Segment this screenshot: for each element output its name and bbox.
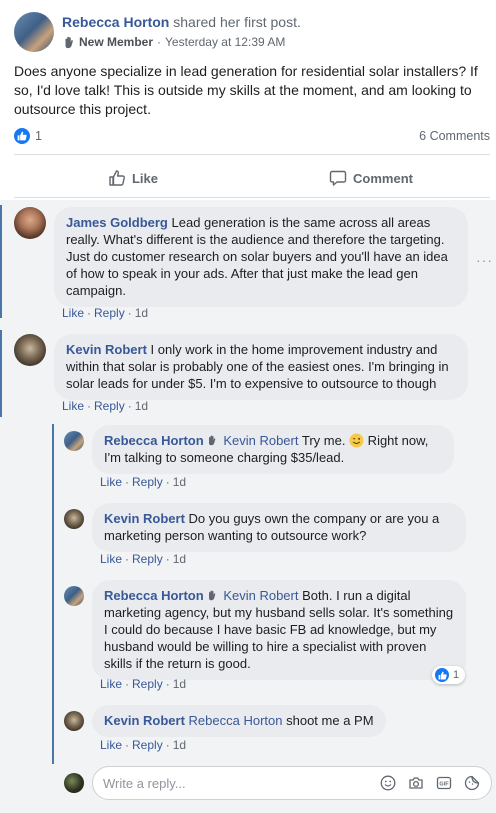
reaction-summary[interactable]: 1 (14, 128, 42, 144)
reply: Kevin Robert Do you guys own the company… (64, 503, 466, 552)
comment: Kevin Robert I only work in the home imp… (14, 334, 468, 400)
like-link[interactable]: Like (100, 475, 122, 489)
comment-author[interactable]: James Goldberg (66, 215, 168, 230)
post-body: Does anyone specialize in lead generatio… (14, 63, 478, 117)
sticker-icon[interactable] (463, 774, 481, 792)
like-link[interactable]: Like (100, 677, 122, 691)
comment-button[interactable]: Comment (252, 160, 490, 196)
avatar[interactable] (14, 207, 46, 239)
comment-actions: Like · Reply · 1d (100, 738, 187, 752)
comment-time[interactable]: 1d (173, 738, 186, 752)
reply: Kevin Robert Rebecca Horton shoot me a P… (64, 705, 386, 737)
avatar[interactable] (64, 711, 84, 731)
comment: James Goldberg Lead generation is the sa… (14, 207, 468, 307)
avatar[interactable] (64, 586, 84, 606)
comment-time[interactable]: 1d (173, 552, 186, 566)
comment-time[interactable]: 1d (173, 475, 186, 489)
comment-actions: Like · Reply · 1d (62, 399, 149, 413)
divider (14, 197, 490, 198)
reply-link[interactable]: Reply (132, 677, 163, 691)
post-header: Rebecca Horton shared her first post. Ne… (14, 12, 301, 52)
reply: Rebecca Horton Kevin Robert Both. I run … (64, 580, 466, 680)
like-button[interactable]: Like (14, 160, 252, 196)
avatar[interactable] (64, 509, 84, 529)
avatar[interactable] (64, 431, 84, 451)
reply-reaction-pill[interactable]: 1 (432, 666, 466, 684)
reply-link[interactable]: Reply (132, 738, 163, 752)
comment-actions: Like · Reply · 1d (100, 677, 187, 691)
reply-placeholder: Write a reply... (103, 775, 186, 791)
reply-link[interactable]: Reply (132, 475, 163, 489)
comments-count[interactable]: 6 Comments (419, 129, 490, 143)
like-icon (435, 668, 449, 682)
like-icon (14, 128, 30, 144)
reply-author[interactable]: Rebecca Horton (104, 588, 204, 603)
post-action-row: Like Comment (14, 160, 490, 196)
comment-icon (329, 170, 347, 186)
more-dots-icon[interactable]: ··· (476, 252, 493, 268)
reply-author[interactable]: Rebecca Horton (104, 433, 204, 448)
thread-line (0, 205, 2, 318)
avatar[interactable] (14, 12, 54, 52)
avatar[interactable] (14, 334, 46, 366)
wave-icon (208, 590, 216, 601)
reaction-count: 1 (453, 669, 460, 681)
comment-actions: Like · Reply · 1d (62, 306, 149, 320)
comment-time[interactable]: 1d (173, 677, 186, 691)
divider (14, 154, 490, 155)
reply: Rebecca Horton Kevin Robert Try me. Righ… (64, 425, 454, 474)
avatar (64, 773, 84, 793)
thumbs-up-icon (109, 170, 125, 186)
post-timestamp[interactable]: Yesterday at 12:39 AM (165, 33, 285, 51)
thread-line (0, 330, 2, 417)
emoji-icon[interactable] (379, 774, 397, 792)
comment-actions: Like · Reply · 1d (100, 552, 187, 566)
reply-bubble: Kevin Robert Rebecca Horton shoot me a P… (92, 705, 386, 737)
reaction-count: 1 (35, 129, 42, 143)
reply-bubble: Rebecca Horton Kevin Robert Both. I run … (92, 580, 466, 680)
comment-actions: Like · Reply · 1d (100, 475, 187, 489)
mention-link[interactable]: Rebecca Horton (189, 713, 283, 728)
reply-bubble: Kevin Robert Do you guys own the company… (92, 503, 466, 552)
like-link[interactable]: Like (100, 738, 122, 752)
reply-link[interactable]: Reply (132, 552, 163, 566)
mention-link[interactable]: Kevin Robert (223, 588, 298, 603)
gif-icon[interactable]: GIF (435, 774, 453, 792)
comment-time[interactable]: 1d (135, 399, 148, 413)
post-action-text: shared her first post. (173, 14, 301, 30)
reply-thread-line (52, 424, 54, 764)
reactions-row: 1 6 Comments (14, 128, 490, 144)
wave-icon (208, 435, 216, 446)
reply-composer: Write a reply... GIF (64, 766, 492, 800)
comment-bubble: James Goldberg Lead generation is the sa… (54, 207, 468, 307)
reply-text: shoot me a PM (286, 713, 374, 728)
like-link[interactable]: Like (100, 552, 122, 566)
svg-text:GIF: GIF (439, 782, 449, 788)
reply-text: Try me. (301, 433, 350, 448)
comment-author[interactable]: Kevin Robert (66, 342, 147, 357)
comment-bubble: Kevin Robert I only work in the home imp… (54, 334, 468, 400)
reply-link[interactable]: Reply (94, 306, 125, 320)
post-meta: Rebecca Horton shared her first post. Ne… (62, 14, 301, 51)
reply-text: Right now, (364, 433, 429, 448)
like-link[interactable]: Like (62, 399, 84, 413)
mention-link[interactable]: Kevin Robert (223, 433, 298, 448)
camera-icon[interactable] (407, 774, 425, 792)
reply-link[interactable]: Reply (94, 399, 125, 413)
like-link[interactable]: Like (62, 306, 84, 320)
reply-author[interactable]: Kevin Robert (104, 713, 185, 728)
reply-input[interactable]: Write a reply... GIF (92, 766, 492, 800)
wink-emoji-icon (349, 433, 364, 448)
reply-author[interactable]: Kevin Robert (104, 511, 185, 526)
member-badge: New Member (79, 35, 154, 49)
wave-icon (65, 36, 73, 49)
post-author-name[interactable]: Rebecca Horton (62, 14, 169, 30)
reply-bubble: Rebecca Horton Kevin Robert Try me. Righ… (92, 425, 454, 474)
comment-time[interactable]: 1d (135, 306, 148, 320)
reply-text: I'm talking to someone charging $35/lead… (104, 450, 345, 465)
